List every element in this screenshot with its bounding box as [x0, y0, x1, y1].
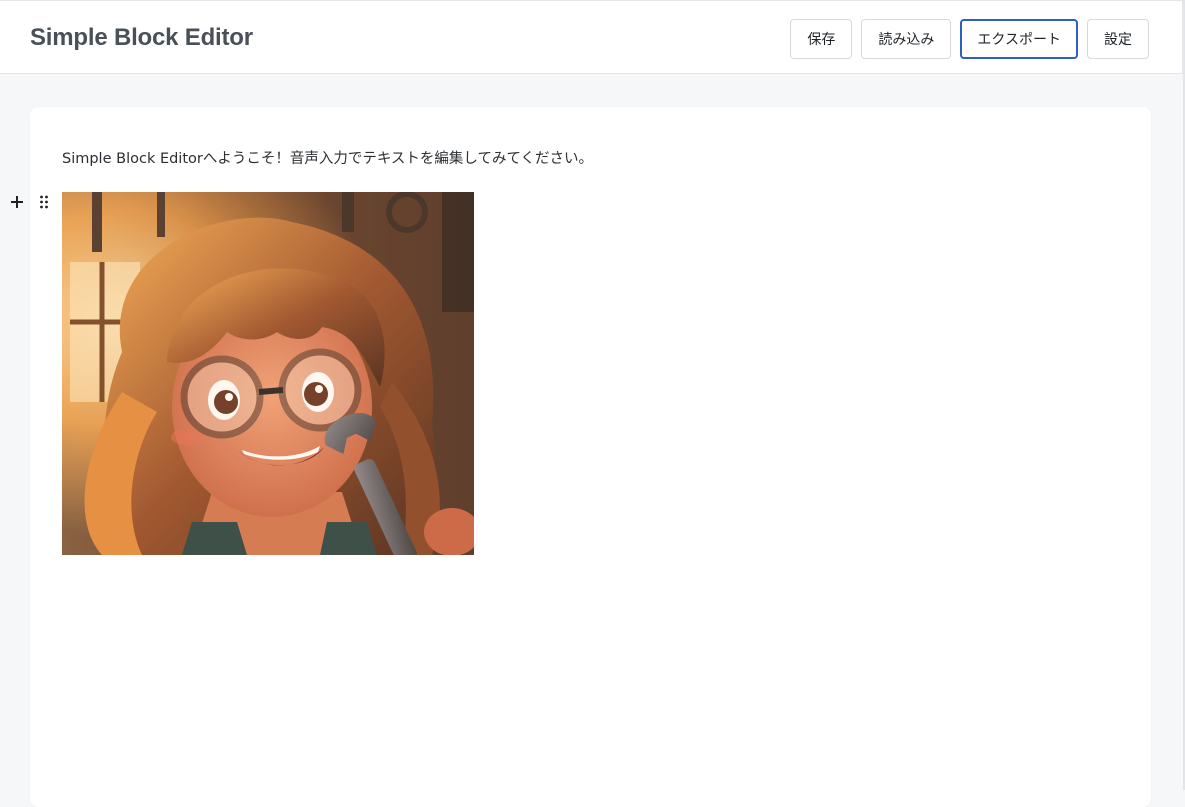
- app-header: Simple Block Editor 保存 読み込み エクスポート 設定: [0, 0, 1183, 74]
- save-button[interactable]: 保存: [790, 19, 853, 59]
- editor-canvas[interactable]: Simple Block Editorへようこそ！音声入力でテキストを編集してみ…: [30, 107, 1151, 807]
- drag-handle-icon[interactable]: [39, 195, 49, 209]
- app-title: Simple Block Editor: [30, 24, 253, 51]
- anime-girl-image: [62, 192, 474, 555]
- block-controls: [9, 194, 49, 210]
- toolbar: 保存 読み込み エクスポート 設定: [790, 19, 1149, 59]
- load-button[interactable]: 読み込み: [861, 19, 952, 59]
- paragraph-block[interactable]: Simple Block Editorへようこそ！音声入力でテキストを編集してみ…: [62, 147, 593, 168]
- image-block[interactable]: [62, 192, 474, 555]
- settings-button[interactable]: 設定: [1087, 19, 1149, 59]
- plus-icon[interactable]: [9, 194, 25, 210]
- export-button[interactable]: エクスポート: [960, 19, 1078, 59]
